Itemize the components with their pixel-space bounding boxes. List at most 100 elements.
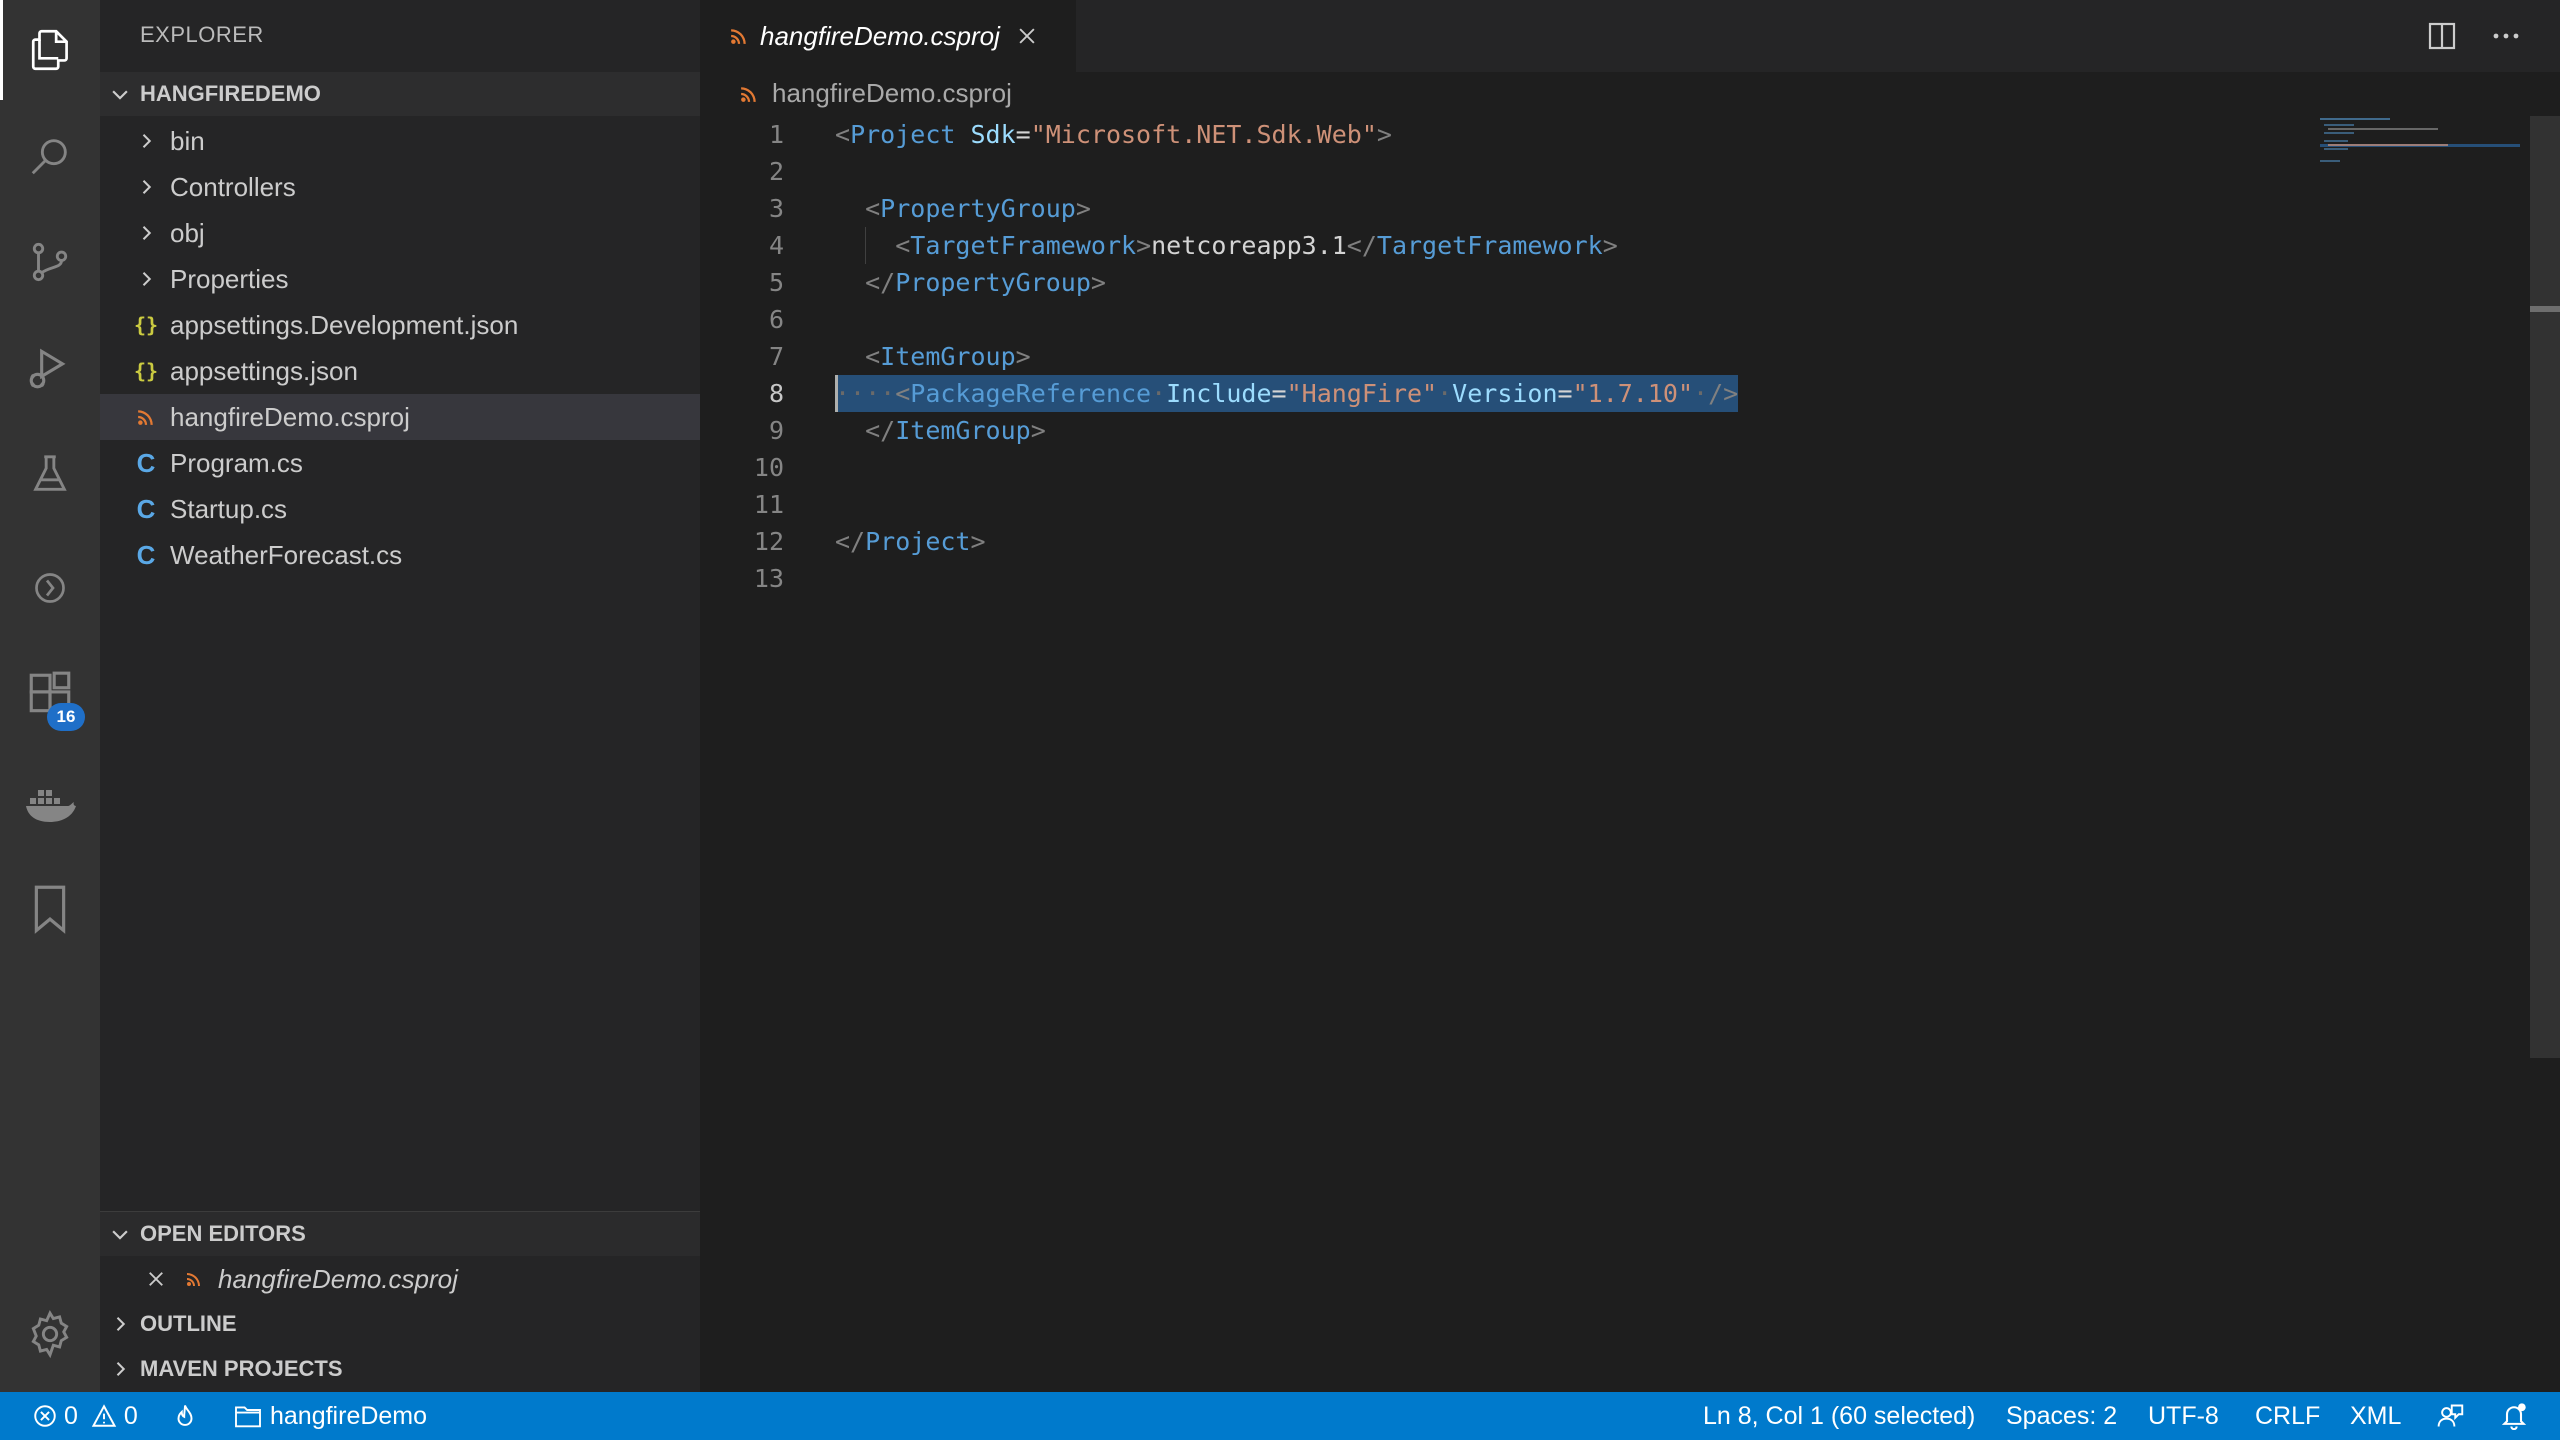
more-actions-icon[interactable] (2490, 20, 2522, 52)
workspace-folder-label: hangfireDemo (270, 1401, 428, 1430)
open-editor-item[interactable]: hangfireDemo.csproj (100, 1256, 700, 1302)
notifications-bell-icon[interactable] (2500, 1392, 2528, 1440)
tree-file-hangfiredemo-csproj[interactable]: hangfireDemo.csproj (100, 394, 700, 440)
end-of-line[interactable]: CRLF (2255, 1392, 2320, 1440)
indentation[interactable]: Spaces: 2 (2006, 1392, 2117, 1440)
project-name: HANGFIREDEMO (140, 81, 321, 106)
status-bar: 0 0 hangfireDemo Ln 8, Col 1 (60 selecte… (0, 1392, 2560, 1440)
line-number: 6 (768, 305, 784, 334)
extensions-icon[interactable]: 16 (0, 644, 100, 744)
open-editors-header[interactable]: OPEN EDITORS (100, 1211, 700, 1256)
code-line: 10 (700, 449, 2520, 486)
tree-item-label: bin (170, 125, 205, 156)
line-number: 11 (753, 490, 784, 519)
tree-item-label: WeatherForecast.cs (170, 539, 403, 570)
line-number: 3 (768, 194, 784, 223)
line-number: 8 (768, 379, 784, 408)
source-control-icon[interactable] (0, 212, 100, 312)
workspace-folder[interactable]: hangfireDemo (234, 1392, 427, 1440)
code-line: 13 (700, 560, 2520, 597)
maven-projects-header[interactable]: MAVEN PROJECTS (100, 1347, 700, 1391)
code-line: 6 (700, 301, 2520, 338)
cursor-position[interactable]: Ln 8, Col 1 (60 selected) (1703, 1392, 1975, 1440)
code-line: 3 <PropertyGroup> (700, 190, 2520, 227)
error-count: 0 (64, 1401, 78, 1430)
indent-guide (865, 227, 866, 264)
chevron-down-icon (100, 83, 140, 105)
chevron-right-icon (132, 177, 160, 197)
vertical-scrollbar[interactable] (2530, 116, 2560, 1058)
explorer-icon[interactable] (0, 0, 100, 100)
docker-icon[interactable] (0, 754, 100, 854)
json-file-icon: {} (133, 313, 159, 337)
line-text: <ItemGroup> (865, 342, 1031, 371)
tree-folder-properties[interactable]: Properties (100, 256, 700, 302)
tree-item-label: obj (170, 217, 205, 248)
line-number: 12 (753, 527, 784, 556)
timeline-icon[interactable] (0, 538, 100, 638)
close-icon[interactable] (142, 1269, 170, 1289)
line-text: <TargetFramework>netcoreapp3.1</TargetFr… (895, 231, 1618, 260)
rss-file-icon (180, 1271, 208, 1287)
scrollbar-selection-marker (2530, 306, 2560, 312)
tree-item-label: Startup.cs (170, 493, 288, 524)
breadcrumb[interactable]: hangfireDemo.csproj (740, 78, 1012, 109)
settings-gear-icon[interactable] (0, 1284, 100, 1384)
chevron-right-icon (132, 223, 160, 243)
rss-file-icon (740, 85, 758, 103)
feedback-icon[interactable] (2436, 1392, 2464, 1440)
line-number: 5 (768, 268, 784, 297)
warning-count: 0 (123, 1401, 138, 1430)
code-line-selected: 8 ····<PackageReference·Include="HangFire… (700, 375, 2520, 412)
code-line: 7 <ItemGroup> (700, 338, 2520, 375)
csharp-file-icon: C (136, 447, 156, 478)
code-editor[interactable]: 1 <Project Sdk="Microsoft.NET.Sdk.Web"> 2… (700, 116, 2520, 1316)
close-tab-icon[interactable] (1016, 25, 1038, 47)
tree-file-weatherforecast-cs[interactable]: C WeatherForecast.cs (100, 532, 700, 578)
testing-flask-icon[interactable] (0, 424, 100, 524)
line-number: 2 (768, 157, 784, 186)
code-line: 11 (700, 486, 2520, 523)
bookmark-icon[interactable] (0, 860, 100, 960)
tree-folder-controllers[interactable]: Controllers (100, 164, 700, 210)
line-text: </ItemGroup> (865, 416, 1046, 445)
rss-file-icon (730, 27, 748, 45)
tree-file-appsettings-development[interactable]: {} appsettings.Development.json (100, 302, 700, 348)
tree-item-label: appsettings.Development.json (170, 309, 519, 340)
flame-icon[interactable] (172, 1392, 198, 1440)
tree-folder-obj[interactable]: obj (100, 210, 700, 256)
run-debug-icon[interactable] (0, 318, 100, 418)
code-line: 12 </Project> (700, 523, 2520, 560)
language-mode[interactable]: XML (2350, 1392, 2401, 1440)
rss-file-icon (132, 408, 160, 426)
line-text: </PropertyGroup> (865, 268, 1106, 297)
tree-folder-bin[interactable]: bin (100, 118, 700, 164)
activity-bar: 16 (0, 0, 100, 1392)
encoding[interactable]: UTF-8 (2148, 1392, 2219, 1440)
tree-file-appsettings[interactable]: {} appsettings.json (100, 348, 700, 394)
line-number: 9 (768, 416, 784, 445)
line-number: 1 (768, 120, 784, 149)
outline-header[interactable]: OUTLINE (100, 1302, 700, 1346)
error-icon (32, 1403, 58, 1429)
search-icon[interactable] (0, 106, 100, 206)
line-number: 10 (753, 453, 784, 482)
tab-label: hangfireDemo.csproj (760, 20, 1000, 51)
chevron-down-icon (100, 1223, 140, 1245)
problems-indicator[interactable]: 0 0 (32, 1392, 138, 1440)
tree-file-program-cs[interactable]: C Program.cs (100, 440, 700, 486)
tree-item-label: Program.cs (170, 447, 303, 478)
tab-hangfiredemo-csproj[interactable]: hangfireDemo.csproj (700, 0, 1076, 72)
minimap[interactable] (2320, 116, 2520, 196)
split-editor-icon[interactable] (2426, 20, 2458, 52)
code-line: 4 <TargetFramework>netcoreapp3.1</Target… (700, 227, 2520, 264)
folder-icon (234, 1404, 262, 1428)
csharp-file-icon: C (136, 539, 156, 570)
code-line: 2 (700, 153, 2520, 190)
project-section-header[interactable]: HANGFIREDEMO (100, 72, 700, 116)
chevron-right-icon (100, 1359, 140, 1379)
code-line: 1 <Project Sdk="Microsoft.NET.Sdk.Web"> (700, 116, 2520, 153)
line-text: </Project> (835, 527, 986, 556)
tree-file-startup-cs[interactable]: C Startup.cs (100, 486, 700, 532)
line-number: 7 (768, 342, 784, 371)
